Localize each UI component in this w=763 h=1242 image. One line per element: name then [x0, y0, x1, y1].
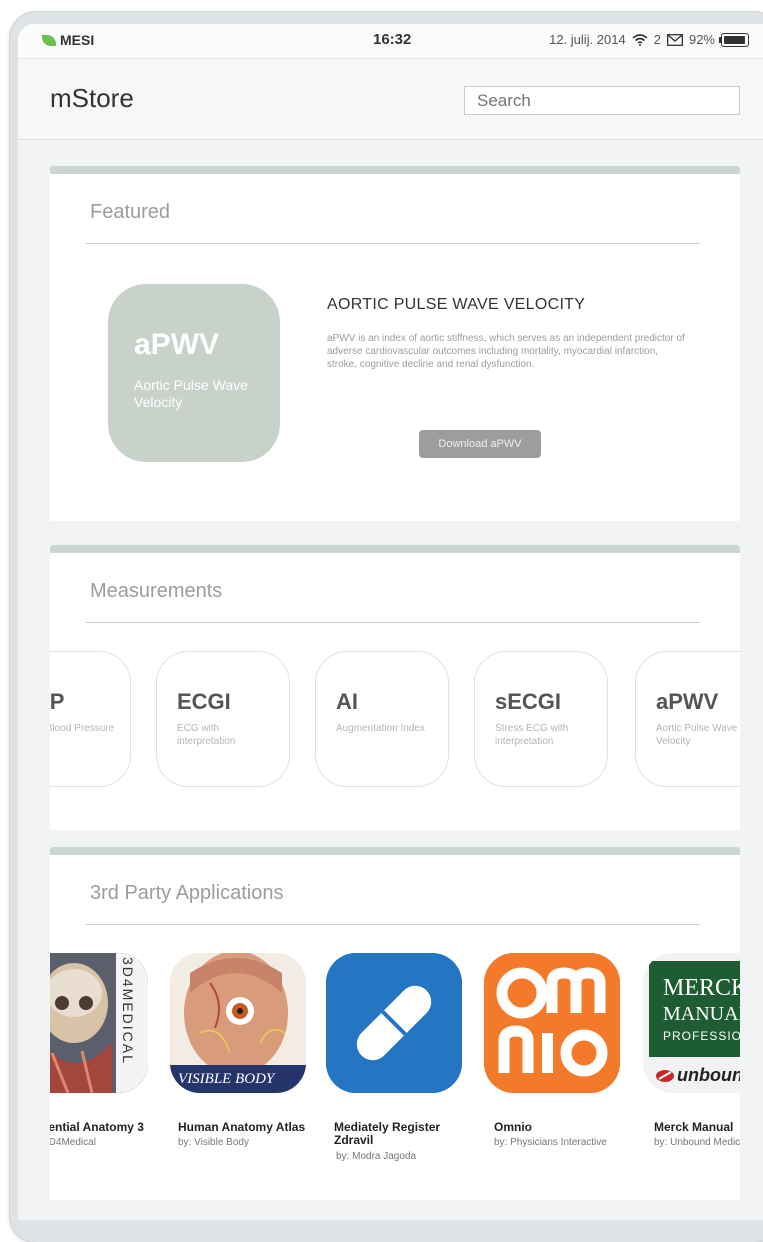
- wifi-icon: [632, 33, 648, 46]
- visible-body-icon-text: VISIBLE BODY: [178, 1071, 275, 1087]
- unbound-swoosh-icon: [656, 1070, 674, 1082]
- featured-tile-abbr: aPWV: [134, 328, 220, 361]
- app-developer: by: Modra Jagoda: [336, 1151, 417, 1162]
- featured-app-title: AORTIC PULSE WAVE VELOCITY: [327, 296, 586, 313]
- omnio-logo-icon: [484, 953, 620, 1093]
- featured-card: Featured aPWV Aortic Pulse Wave Velocity…: [50, 166, 740, 521]
- app-name[interactable]: Mediately Register Zdravil: [334, 1121, 464, 1147]
- mail-count: 2: [653, 32, 661, 47]
- merck-icon-text: MERCK: [663, 975, 740, 1001]
- pill-icon: [326, 953, 462, 1093]
- status-bar: MESI 16:32 12. julij. 2014 2 92%: [18, 24, 763, 59]
- measurement-name: Aortic Pulse Wave Velocity: [656, 723, 738, 747]
- app-icon-human-anatomy-atlas[interactable]: VISIBLE BODY: [170, 953, 306, 1093]
- unbound-icon-text: unbound: [677, 1065, 740, 1085]
- date-label: 12. julij. 2014: [549, 32, 626, 47]
- third-party-card: 3rd Party Applications 3D4MEDICAL VISIBL…: [50, 847, 740, 1200]
- clock: 16:32: [373, 31, 412, 48]
- measurement-abbr: ABP: [50, 689, 65, 714]
- professional-icon-text: PROFESSIONAL: [663, 1029, 740, 1043]
- search-input[interactable]: [464, 86, 740, 115]
- app-icon-merck-manual[interactable]: MERCK MANUAL PROFESSIONAL unbound: [643, 953, 740, 1093]
- download-button[interactable]: Download aPWV: [419, 430, 541, 458]
- manual-icon-text: MANUAL: [663, 1003, 740, 1025]
- measurement-name: Augmentation Index: [336, 723, 425, 734]
- app-icon-omnio[interactable]: [484, 953, 620, 1093]
- essential-anatomy-icon-text: 3D4MEDICAL: [120, 957, 136, 1065]
- status-indicators: 12. julij. 2014 2 92%: [549, 32, 749, 47]
- measurement-name: Ankle Blood Pressure: [50, 723, 115, 734]
- featured-title: Featured: [90, 201, 171, 223]
- measurements-title: Measurements: [90, 580, 223, 602]
- app-name[interactable]: Human Anatomy Atlas: [178, 1121, 305, 1134]
- app-developer: by: 3D4Medical: [50, 1137, 96, 1148]
- app-name[interactable]: Essential Anatomy 3: [50, 1121, 144, 1134]
- measurement-abbr: sECGI: [495, 689, 562, 714]
- measurement-abbr: AI: [336, 689, 358, 714]
- battery-icon: [719, 32, 749, 47]
- featured-app-tile[interactable]: aPWV Aortic Pulse Wave Velocity: [108, 284, 280, 462]
- app-developer: by: Physicians Interactive: [494, 1137, 607, 1148]
- carrier: MESI: [42, 32, 94, 48]
- app-icon-essential-anatomy[interactable]: 3D4MEDICAL: [50, 953, 148, 1093]
- app-icon-mediately[interactable]: [326, 953, 462, 1093]
- featured-divider: [86, 243, 700, 244]
- measurements-card: Measurements ABP Ankle Blood Pressure EC…: [50, 545, 740, 830]
- measurement-tile[interactable]: aPWV Aortic Pulse Wave Velocity: [635, 651, 740, 787]
- featured-app-description: aPWV is an index of aortic stiffness, wh…: [327, 333, 685, 370]
- leaf-icon: [42, 34, 56, 46]
- measurement-tile[interactable]: ECGI ECG with interpretation: [156, 651, 290, 787]
- app-header: mStore: [18, 59, 763, 140]
- battery-percent: 92%: [688, 32, 715, 47]
- featured-tile-name: Aortic Pulse Wave Velocity: [134, 377, 248, 410]
- measurement-name: ECG with interpretation: [177, 723, 236, 747]
- measurements-divider: [86, 622, 700, 623]
- screen: MESI 16:32 12. julij. 2014 2 92% mStore …: [18, 24, 763, 1220]
- app-developer: by: Visible Body: [178, 1137, 249, 1148]
- measurement-tile[interactable]: AI Augmentation Index: [315, 651, 449, 787]
- measurement-name: Stress ECG with interpretation: [495, 723, 569, 747]
- measurement-abbr: ECGI: [177, 689, 231, 714]
- measurement-abbr: aPWV: [656, 689, 719, 714]
- third-party-title: 3rd Party Applications: [90, 882, 284, 904]
- app-title: mStore: [50, 83, 134, 113]
- app-name[interactable]: Omnio: [494, 1121, 532, 1134]
- mail-icon: [667, 33, 683, 46]
- app-developer: by: Unbound Medicine: [654, 1137, 740, 1148]
- measurement-tile[interactable]: sECGI Stress ECG with interpretation: [474, 651, 608, 787]
- measurement-tile[interactable]: ABP Ankle Blood Pressure: [50, 651, 131, 787]
- carrier-label: MESI: [60, 32, 95, 48]
- third-party-divider: [86, 924, 700, 925]
- app-name[interactable]: Merck Manual: [654, 1121, 733, 1134]
